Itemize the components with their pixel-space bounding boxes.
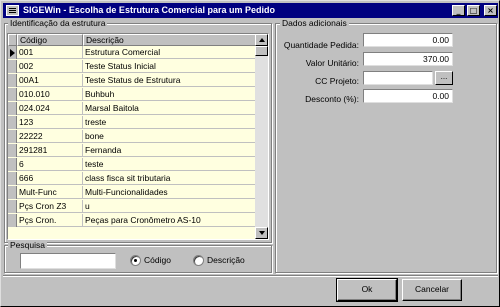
maximize-button[interactable]: □ (467, 5, 480, 16)
table-row[interactable]: 123 treste (8, 116, 256, 129)
cc-projeto-lookup-button[interactable]: ... (435, 71, 453, 85)
radio-descricao-label[interactable]: Descrição (207, 255, 245, 266)
quantidade-label: Quantidade Pedida: (283, 40, 359, 50)
scroll-up-button[interactable] (255, 34, 268, 46)
cell-codigo[interactable]: 00A1 (17, 74, 83, 87)
cell-descricao[interactable]: Multi-Funcionalidades (83, 186, 256, 199)
details-group-label: Dados adicionais (280, 18, 349, 28)
cell-codigo[interactable]: 22222 (17, 130, 83, 143)
column-header-descricao[interactable]: Descrição (83, 34, 256, 46)
radio-descricao[interactable] (193, 255, 204, 266)
table-row[interactable]: Pçs Cron Z3 u (8, 200, 256, 213)
row-indicator[interactable] (8, 172, 17, 185)
current-row-indicator-icon[interactable] (8, 46, 17, 59)
footer-separator (3, 275, 498, 277)
table-row[interactable]: 002 Teste Status Inicial (8, 60, 256, 73)
cell-codigo[interactable]: 002 (17, 60, 83, 73)
desconto-label: Desconto (%): (305, 94, 359, 104)
cell-codigo[interactable]: 024.024 (17, 102, 83, 115)
dialog-window: SIGEWin - Escolha de Estrutura Comercial… (0, 0, 500, 307)
row-indicator[interactable] (8, 158, 17, 171)
row-indicator[interactable] (8, 214, 17, 227)
row-indicator[interactable] (8, 130, 17, 143)
cell-codigo[interactable]: Pçs Cron. (17, 214, 83, 227)
row-indicator[interactable] (8, 116, 17, 129)
cell-codigo[interactable]: 123 (17, 116, 83, 129)
structure-grid[interactable]: Código Descrição 001 Estrutura Comercial 0… (7, 33, 269, 240)
cancel-button[interactable]: Cancelar (402, 279, 462, 301)
row-indicator[interactable] (8, 186, 17, 199)
table-row[interactable]: Mult-Func Multi-Funcionalidades (8, 186, 256, 199)
table-row[interactable]: 010.010 Buhbuh (8, 88, 256, 101)
valor-label: Valor Unitário: (305, 58, 359, 68)
cc-projeto-label: CC Projeto: (315, 76, 359, 86)
scroll-down-button[interactable] (255, 227, 268, 239)
table-row[interactable]: Pçs Cron. Peças para Cronômetro AS-10 (8, 214, 256, 227)
table-row[interactable]: 22222 bone (8, 130, 256, 143)
cell-descricao[interactable]: Buhbuh (83, 88, 256, 101)
quantidade-field[interactable]: 0.00 (363, 33, 453, 47)
desconto-field[interactable]: 0.00 (363, 89, 453, 103)
row-indicator[interactable] (8, 144, 17, 157)
grid-corner (8, 34, 17, 46)
table-row[interactable]: 291281 Fernanda (8, 144, 256, 157)
table-row[interactable]: 001 Estrutura Comercial (8, 46, 256, 59)
ok-button[interactable]: Ok (336, 278, 398, 302)
minimize-button[interactable]: _ (452, 5, 465, 16)
grid-vertical-scrollbar[interactable] (255, 34, 268, 239)
structure-group-label: Identificação da estrutura (8, 18, 108, 28)
radio-codigo[interactable] (130, 255, 141, 266)
close-button[interactable]: × (484, 5, 497, 16)
cell-codigo[interactable]: 666 (17, 172, 83, 185)
cc-projeto-field[interactable] (363, 71, 433, 85)
table-row[interactable]: 6 teste (8, 158, 256, 171)
table-row[interactable]: 00A1 Teste Status de Estrutura (8, 74, 256, 87)
cell-descricao[interactable]: Teste Status Inicial (83, 60, 256, 73)
cell-descricao[interactable]: teste (83, 158, 256, 171)
window-title: SIGEWin - Escolha de Estrutura Comercial… (23, 5, 275, 15)
valor-field[interactable]: 370.00 (363, 52, 453, 66)
row-indicator[interactable] (8, 88, 17, 101)
cell-descricao[interactable]: Fernanda (83, 144, 256, 157)
row-indicator[interactable] (8, 74, 17, 87)
cell-codigo[interactable]: Mult-Func (17, 186, 83, 199)
grid-header: Código Descrição (8, 34, 256, 46)
cell-codigo[interactable]: 010.010 (17, 88, 83, 101)
row-indicator[interactable] (8, 200, 17, 213)
table-row[interactable]: 666 class fisca sit tributaria (8, 172, 256, 185)
cell-codigo[interactable]: Pçs Cron Z3 (17, 200, 83, 213)
row-indicator[interactable] (8, 102, 17, 115)
column-header-codigo[interactable]: Código (17, 34, 83, 46)
cell-codigo[interactable]: 001 (17, 46, 83, 59)
cell-descricao[interactable]: class fisca sit tributaria (83, 172, 256, 185)
app-icon (6, 5, 19, 16)
cell-codigo[interactable]: 291281 (17, 144, 83, 157)
cell-descricao[interactable]: bone (83, 130, 256, 143)
cell-codigo[interactable]: 6 (17, 158, 83, 171)
scroll-thumb[interactable] (255, 46, 268, 56)
cell-descricao[interactable]: Teste Status de Estrutura (83, 74, 256, 87)
title-bar[interactable]: SIGEWin - Escolha de Estrutura Comercial… (3, 3, 498, 18)
cell-descricao[interactable]: Peças para Cronômetro AS-10 (83, 214, 256, 227)
radio-codigo-label[interactable]: Código (144, 255, 171, 266)
cell-descricao[interactable]: Estrutura Comercial (83, 46, 256, 59)
cell-descricao[interactable]: Marsal Baitola (83, 102, 256, 115)
search-group-label: Pesquisa (8, 240, 47, 250)
row-indicator[interactable] (8, 60, 17, 73)
table-row[interactable]: 024.024 Marsal Baitola (8, 102, 256, 115)
search-input[interactable] (20, 253, 116, 269)
cell-descricao[interactable]: u (83, 200, 256, 213)
cell-descricao[interactable]: treste (83, 116, 256, 129)
